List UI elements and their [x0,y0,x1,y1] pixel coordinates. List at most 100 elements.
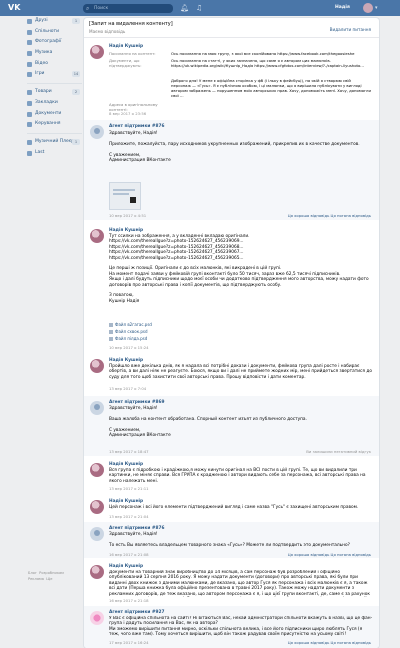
message-user: Надія Кушнір Пройшло вже декілька днів, … [84,354,379,394]
file-attachment[interactable]: Файл пілда.psd [109,336,147,342]
message-text: Здравствуйте, Надія! Приложите, пожалуйс… [109,131,360,164]
message-text: У Вас є офіційна спільнота на сайті? Ні … [109,616,373,638]
avatar[interactable] [90,500,104,514]
file-icon [109,322,113,327]
author-name: Агент підтримки #876 [109,124,165,129]
message-text: Тут ссилки на зображення, а у вкладенні … [109,234,369,304]
music-icon [27,51,32,57]
message-text: Здравствуйте, Надія! То есть Вы являетес… [109,532,350,548]
message-user: Надія Кушнір Вся група є підробкою і кра… [84,458,379,493]
avatar[interactable] [90,359,104,373]
search-field[interactable]: ⌕ Поиск [83,4,173,13]
message-agent: Агент підтримки #876 Здравствуйте, Надія… [84,120,379,220]
message-text: Здравствуйте, Надія! Ваша жалоба на конт… [109,406,307,439]
footer-link-blog[interactable]: Блог [28,571,37,575]
footer-link-developers[interactable]: Розробникам [39,571,64,575]
message-user: Надія Кушнір Посилання на контент: Ось по… [84,40,379,118]
message-date: 10 вер 2017 о 15:24 [109,345,149,350]
message-agent: Агент підтримки #876 Здравствуйте, Надія… [84,522,379,558]
sidebar-item-games[interactable]: Ігри 14 [27,69,82,80]
message-date: 8 вер 2017 о 23:56 [109,111,147,116]
friends-icon [27,19,32,24]
management-icon [27,122,32,128]
message-user: Надія Кушнір Документи на товарний знак … [84,560,379,604]
avatar[interactable] [90,565,104,579]
bell-icon[interactable]: 🔔︎ [180,3,189,13]
sidebar-divider [27,83,82,85]
sidebar-item-communities[interactable]: Спільноти [27,27,82,38]
vk-logo-icon[interactable]: VK [8,2,20,14]
image-attachment[interactable] [109,182,141,210]
support-ticket-panel: [Запит на видалення контенту] Маємо відп… [84,18,379,648]
message-user: Надія Кушнір Тут ссилки на зображення, а… [84,224,379,352]
author-name[interactable]: Надія Кушнір [109,44,143,50]
agent-avatar [90,125,104,139]
ticket-status: Маємо відповідь [89,29,126,34]
rate-answer-links[interactable]: Ця хороша відповідь Ця погана відповідь [288,640,371,645]
file-icon [109,329,113,334]
avatar[interactable] [90,45,104,59]
chevron-down-icon[interactable]: ▾ [375,3,378,13]
message-date: 16 вер 2017 о 21:08 [109,552,149,557]
sidebar-item-photos[interactable]: Фотографії [27,37,82,48]
sidebar-item-music[interactable]: Музика [27,48,82,59]
games-icon [27,72,32,78]
app-icon [27,139,32,145]
header-divider [84,37,379,38]
search-icon: ⌕ [86,5,90,12]
music-note-icon[interactable]: ♫ [196,3,202,13]
sidebar-item-goods[interactable]: Товари 2 [27,87,82,98]
request-form: Посилання на контент: Ось посилання на мо… [109,51,371,112]
message-user: Надія Кушнір Цей персонаж і всі його еле… [84,495,379,520]
agent-avatar [90,401,104,415]
ticket-title: [Запит на видалення контенту] [89,21,173,27]
sidebar-item-music-player[interactable]: Музичний Плеєр 1 [27,137,82,148]
message-text: Пройшло вже декілька днів, як я надала в… [109,364,372,380]
avatar[interactable] [90,229,104,243]
user-avatar[interactable] [363,3,373,13]
goods-icon [27,90,32,96]
user-name[interactable]: Надія [335,4,350,12]
file-attachment[interactable]: Файл в2гагас.psd [109,322,152,328]
left-sidebar: Друзі 1 Спільноти Фотографії Музика Відео… [27,16,82,158]
sidebar-item-friends[interactable]: Друзі 1 [27,16,82,27]
message-date: 13 вер 2017 о 21:11 [109,486,149,491]
agent-avatar [90,611,104,625]
communities-icon [27,29,32,35]
message-agent: Агент підтримки #869 Здравствуйте, Надія… [84,396,379,456]
attachment-preview-icon [130,197,136,203]
message-date: 13 вер 2017 о 21:04 [109,514,149,519]
photo-icon [27,40,32,46]
sidebar-footer: Блог Розробникам Реклама Ще [28,570,83,582]
sidebar-item-last[interactable]: Last [27,148,82,159]
file-attachment[interactable]: Файл схвок.psd [109,329,148,335]
rate-answer-links[interactable]: Ця хороша відповідь Ця погана відповідь [288,213,371,218]
sidebar-item-documents[interactable]: Документи [27,109,82,120]
sidebar-item-video[interactable]: Відео [27,59,82,70]
avatar[interactable] [90,463,104,477]
message-date: 10 вер 2017 о 4:51 [109,213,147,218]
message-agent: Агент підтримки #927 У Вас є офіційна сп… [84,606,379,648]
rate-answer-links[interactable]: Ця хороша відповідь Ця погана відповідь [288,552,371,557]
footer-link-more[interactable]: Ще [46,577,52,581]
video-icon [27,61,32,67]
delete-question-link[interactable]: Видалити питання [330,27,371,33]
message-text: Документи на товарний знак виробництво д… [109,570,370,597]
agent-avatar [90,527,104,541]
sidebar-item-bookmarks[interactable]: Закладки [27,98,82,109]
footer-link-ads[interactable]: Реклама [28,577,44,581]
document-icon [27,111,32,117]
top-bar: VK ⌕ Поиск 🔔︎ ♫ Надія ▾ [0,0,400,16]
feedback-status: Ви залишили негативний відгук [306,449,371,454]
file-icon [109,336,113,341]
sidebar-item-management[interactable]: Керування [27,119,82,130]
message-date: 13 вер 2017 о 7:04 [109,386,147,391]
sidebar-divider [27,132,82,134]
message-date: 17 вер 2017 о 16:24 [109,640,149,645]
message-text: Вся група є підробкою і крадіжкою,я можу… [109,468,366,484]
search-placeholder[interactable]: Поиск [94,4,108,13]
app-icon [27,150,32,156]
message-date: 13 вер 2017 о 18:47 [109,449,149,454]
message-date: 16 вер 2017 о 21:18 [109,598,149,603]
bookmark-icon [27,100,32,106]
